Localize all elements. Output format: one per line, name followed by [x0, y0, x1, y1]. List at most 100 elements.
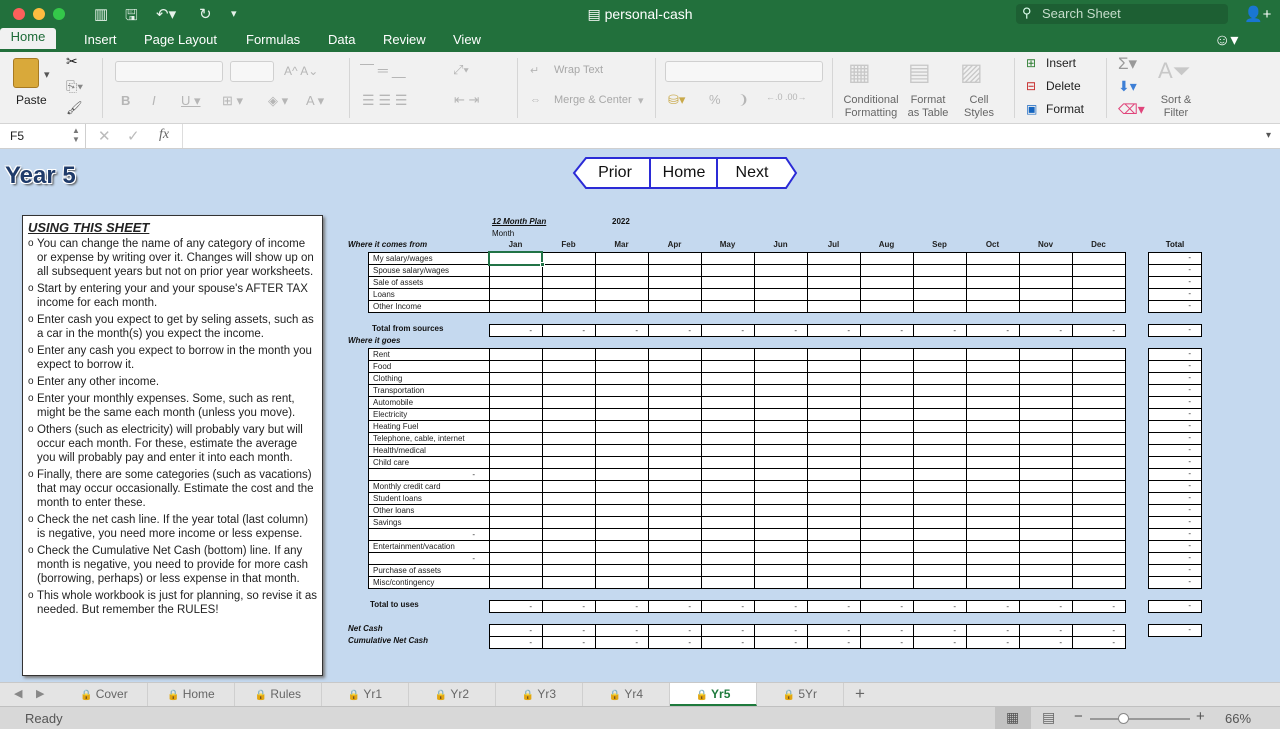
cell-jan[interactable] [489, 529, 542, 541]
cell-sep[interactable] [913, 253, 966, 265]
cancel-entry-icon[interactable]: ✕ [98, 127, 111, 145]
copy-icon[interactable]: ⎘▾ [66, 78, 83, 95]
cell-nov[interactable] [1019, 385, 1072, 397]
cell-may[interactable] [701, 397, 754, 409]
cell-nov[interactable] [1019, 253, 1072, 265]
cell-nov[interactable] [1019, 505, 1072, 517]
cell-aug[interactable] [860, 577, 913, 589]
prior-button[interactable]: Prior [582, 157, 648, 189]
cell-may[interactable]: - [701, 625, 754, 637]
cell-jun[interactable] [754, 529, 807, 541]
cell-jul[interactable] [807, 361, 860, 373]
cell-jun[interactable] [754, 289, 807, 301]
cell-mar[interactable]: - [595, 601, 648, 613]
cell-nov[interactable] [1019, 289, 1072, 301]
cell-apr[interactable] [648, 505, 701, 517]
cell-may[interactable] [701, 289, 754, 301]
cell-aug[interactable] [860, 349, 913, 361]
page-layout-view-icon[interactable]: ▤ [1042, 709, 1055, 726]
cell-nov[interactable] [1019, 277, 1072, 289]
cell-jul[interactable] [807, 529, 860, 541]
cell-aug[interactable] [860, 493, 913, 505]
cell-sep[interactable] [913, 301, 966, 313]
row-label[interactable]: Health/medical [368, 445, 489, 457]
cell-jul[interactable] [807, 553, 860, 565]
cell-aug[interactable]: - [860, 325, 913, 337]
zoom-out-icon[interactable]: − [1074, 708, 1083, 725]
cell-oct[interactable] [966, 265, 1019, 277]
cell-sep[interactable] [913, 505, 966, 517]
cell-aug[interactable] [860, 541, 913, 553]
cell-nov[interactable] [1019, 397, 1072, 409]
cell-feb[interactable] [542, 301, 595, 313]
row-label[interactable]: Automobile [368, 397, 489, 409]
cell-feb[interactable] [542, 517, 595, 529]
cell-jan[interactable] [489, 301, 542, 313]
cell-nov[interactable] [1019, 265, 1072, 277]
increase-font-icon[interactable]: A^ A⌄ [284, 64, 318, 78]
cell-may[interactable] [701, 517, 754, 529]
merge-center-button[interactable]: Merge & Center [554, 94, 632, 106]
cell-jun[interactable] [754, 361, 807, 373]
row-total-cell[interactable]: - [1148, 601, 1202, 613]
row-total-cell[interactable]: - [1148, 517, 1202, 529]
cell-jun[interactable] [754, 469, 807, 481]
row-total-cell[interactable]: - [1148, 565, 1202, 577]
cell-may[interactable] [701, 385, 754, 397]
cell-nov[interactable] [1019, 493, 1072, 505]
row-total-cell[interactable]: - [1148, 289, 1202, 301]
cell-mar[interactable] [595, 565, 648, 577]
cell-feb[interactable] [542, 529, 595, 541]
cell-apr[interactable] [648, 493, 701, 505]
cell-jul[interactable] [807, 277, 860, 289]
cell-dec[interactable]: - [1072, 601, 1125, 613]
cell-feb[interactable]: - [542, 601, 595, 613]
row-total-cell[interactable]: - [1148, 577, 1202, 589]
font-name-dropdown[interactable] [115, 61, 223, 82]
cell-dec[interactable] [1072, 577, 1125, 589]
cell-apr[interactable] [648, 577, 701, 589]
cell-oct[interactable]: - [966, 625, 1019, 637]
cell-jun[interactable] [754, 565, 807, 577]
cell-jan[interactable]: - [489, 325, 542, 337]
zoom-in-icon[interactable]: + [1196, 708, 1205, 725]
cell-mar[interactable] [595, 397, 648, 409]
cell-jan[interactable] [489, 469, 542, 481]
cell-oct[interactable] [966, 553, 1019, 565]
conditional-formatting-button[interactable]: Conditional Formatting [838, 94, 904, 120]
cell-jun[interactable]: - [754, 601, 807, 613]
cell-mar[interactable]: - [595, 325, 648, 337]
cell-sep[interactable] [913, 289, 966, 301]
cell-apr[interactable] [648, 517, 701, 529]
autosum-icon[interactable]: Σ▾ [1118, 54, 1137, 74]
cell-feb[interactable]: - [542, 637, 595, 649]
cell-jun[interactable] [754, 373, 807, 385]
merge-center-icon[interactable]: ⇔ [530, 94, 541, 106]
cell-jan[interactable] [489, 577, 542, 589]
cell-jun[interactable] [754, 277, 807, 289]
cell-aug[interactable] [860, 361, 913, 373]
cell-nov[interactable] [1019, 577, 1072, 589]
cell-mar[interactable] [595, 301, 648, 313]
cell-jul[interactable] [807, 265, 860, 277]
cell-aug[interactable] [860, 277, 913, 289]
delete-cells-icon[interactable]: ⊟ [1026, 79, 1036, 93]
cell-sep[interactable] [913, 277, 966, 289]
sort-filter-icon[interactable]: A⏷ [1158, 58, 1190, 84]
cell-mar[interactable] [595, 529, 648, 541]
cell-feb[interactable] [542, 541, 595, 553]
cell-may[interactable] [701, 565, 754, 577]
cell-jun[interactable] [754, 409, 807, 421]
cell-jul[interactable] [807, 301, 860, 313]
row-total-cell[interactable]: - [1148, 553, 1202, 565]
cell-feb[interactable] [542, 445, 595, 457]
cell-dec[interactable] [1072, 553, 1125, 565]
cell-mar[interactable] [595, 385, 648, 397]
cell-oct[interactable] [966, 445, 1019, 457]
cell-aug[interactable] [860, 265, 913, 277]
cell-jan[interactable] [489, 541, 542, 553]
cell-mar[interactable] [595, 481, 648, 493]
cell-aug[interactable]: - [860, 637, 913, 649]
cell-aug[interactable] [860, 505, 913, 517]
insert-cells-icon[interactable]: ⊞ [1026, 56, 1036, 70]
